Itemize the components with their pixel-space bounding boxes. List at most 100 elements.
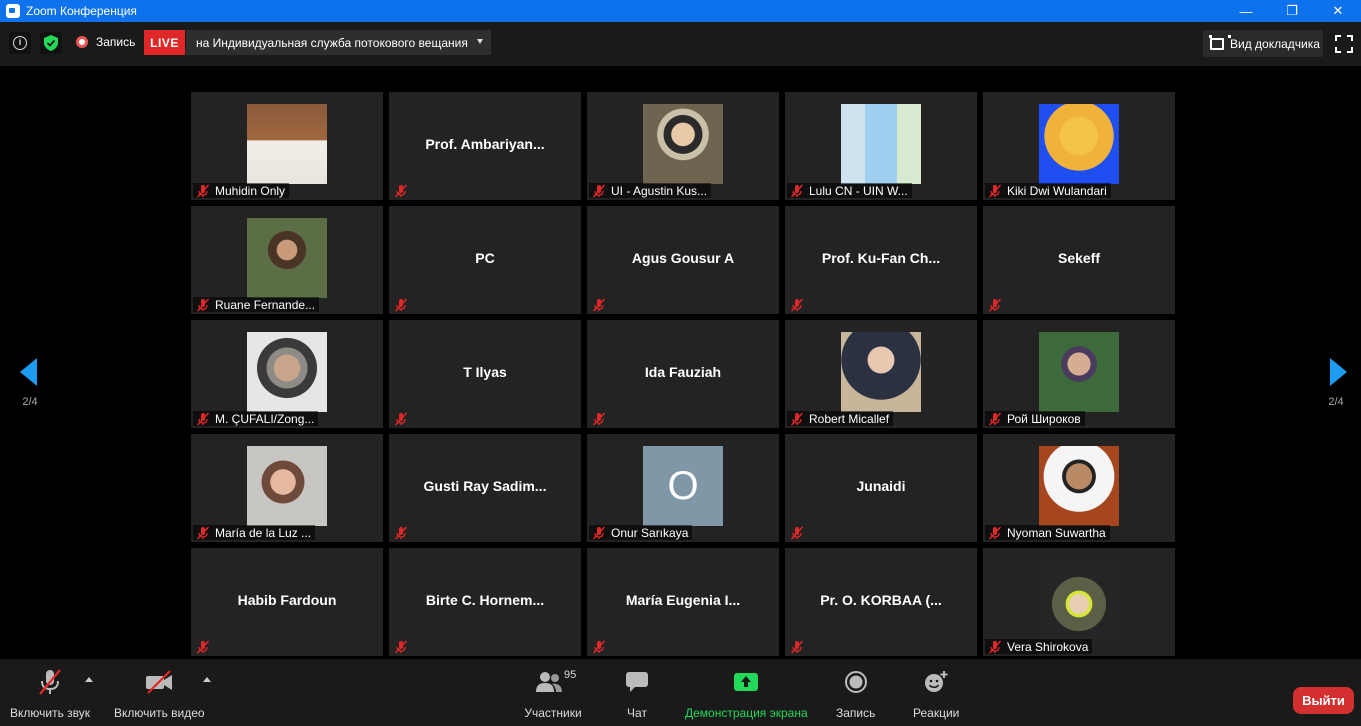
participant-tile[interactable]: Vera Shirokova (983, 548, 1175, 656)
participant-tile[interactable]: Kiki Dwi Wulandari (983, 92, 1175, 200)
zoom-app-icon (6, 4, 20, 18)
recording-indicator[interactable]: Запись (76, 35, 135, 49)
participant-tile[interactable]: Robert Micallef (785, 320, 977, 428)
microphone-muted-icon (988, 525, 1002, 540)
microphone-muted-icon (988, 411, 1002, 426)
participant-tile[interactable]: Рой Широков (983, 320, 1175, 428)
microphone-muted-icon (790, 297, 804, 312)
unmute-label: Включить звук (10, 706, 91, 720)
participant-display-name: Sekeff (1057, 250, 1101, 266)
microphone-muted-icon (592, 297, 606, 312)
participant-name: UI - Agustin Kus... (611, 183, 708, 198)
share-screen-button[interactable]: Демонстрация экрана (685, 667, 808, 720)
emoji-add-icon (925, 671, 948, 692)
participant-tile[interactable]: Pr. O. KORBAA (... (785, 548, 977, 656)
participant-display-name: Pr. O. KORBAA (... (820, 592, 942, 608)
participant-display-name: María Eugenia I... (625, 592, 741, 608)
participant-name-bar (787, 297, 808, 312)
previous-page-button[interactable]: 2/4 (0, 358, 60, 432)
chat-button[interactable]: Чат (625, 667, 649, 720)
arrow-right-icon (1329, 358, 1347, 386)
security-button[interactable] (40, 32, 62, 54)
meeting-toolbar: Включить звук Включить видео 95 Участник… (0, 659, 1361, 726)
record-button[interactable]: Запись (836, 667, 875, 720)
participant-tile[interactable]: PC (389, 206, 581, 314)
participant-name-bar (193, 639, 214, 654)
view-layout-icon (1209, 34, 1231, 50)
audio-options-chevron-up-icon[interactable] (85, 677, 93, 682)
share-screen-icon (734, 673, 759, 691)
microphone-muted-icon (790, 639, 804, 654)
participant-name-bar (985, 297, 1006, 312)
participant-tile[interactable]: Gusti Ray Sadim... (389, 434, 581, 542)
participant-tile[interactable]: Agus Gousur A (587, 206, 779, 314)
participant-display-name: Agus Gousur A (631, 250, 735, 266)
participant-tile[interactable]: María Eugenia I... (587, 548, 779, 656)
participant-tile[interactable]: Sekeff (983, 206, 1175, 314)
participant-name-bar: Рой Широков (985, 411, 1085, 426)
window-title: Zoom Конференция (26, 4, 137, 18)
participant-tile[interactable]: Junaidi (785, 434, 977, 542)
participant-tile[interactable]: Nyoman Suwartha (983, 434, 1175, 542)
fullscreen-icon[interactable] (1335, 35, 1353, 53)
participant-tile[interactable]: Muhidin Only (191, 92, 383, 200)
participant-tile[interactable]: Prof. Ku-Fan Ch... (785, 206, 977, 314)
participant-video (1039, 446, 1119, 526)
leave-meeting-button[interactable]: Выйти (1293, 687, 1354, 714)
participant-name: Robert Micallef (809, 411, 890, 426)
participant-name-bar: Onur Sarıkaya (589, 525, 693, 540)
maximize-button[interactable]: ❐ (1269, 0, 1315, 22)
unmute-button[interactable]: Включить звук (10, 667, 90, 720)
gallery-view: 2/4 2/4 Muhidin Only Prof. Ambariyan... UI… (0, 66, 1361, 659)
meeting-info-button[interactable]: i (9, 32, 31, 54)
participant-tile[interactable]: O Onur Sarıkaya (587, 434, 779, 542)
video-options-chevron-up-icon[interactable] (203, 677, 211, 682)
live-destination-label: на Индивидуальная служба потокового веща… (196, 35, 468, 50)
participant-name-bar: Vera Shirokova (985, 639, 1093, 654)
participants-button[interactable]: 95 Участники (523, 667, 583, 720)
participant-name-bar: María de la Luz ... (193, 525, 316, 540)
meeting-topbar: i Запись LIVE на Индивидуальная служба п… (0, 22, 1361, 66)
microphone-muted-icon (592, 525, 606, 540)
participant-tile[interactable]: Ruane Fernande... (191, 206, 383, 314)
start-video-button[interactable]: Включить видео (114, 667, 205, 720)
microphone-muted-icon (39, 669, 61, 695)
participant-video (247, 104, 327, 184)
participant-name-bar (589, 411, 610, 426)
microphone-muted-icon (394, 297, 408, 312)
close-button[interactable]: ✕ (1315, 0, 1361, 22)
microphone-muted-icon (592, 183, 606, 198)
microphone-muted-icon (394, 183, 408, 198)
microphone-muted-icon (790, 525, 804, 540)
microphone-muted-icon (196, 411, 210, 426)
participant-video: O (643, 446, 723, 526)
live-stream-destination-dropdown[interactable]: на Индивидуальная служба потокового веща… (186, 30, 491, 55)
participant-video (1039, 560, 1119, 640)
microphone-muted-icon (988, 297, 1002, 312)
participant-tile[interactable]: Ida Fauziah (587, 320, 779, 428)
record-dot-icon (76, 36, 88, 48)
participants-icon (536, 672, 562, 692)
participant-tile[interactable]: UI - Agustin Kus... (587, 92, 779, 200)
participant-display-name: Habib Fardoun (237, 592, 337, 608)
next-page-button[interactable]: 2/4 (1306, 358, 1361, 432)
participant-tile[interactable]: Lulu CN - UIN W... (785, 92, 977, 200)
participant-tile[interactable]: T Ilyas (389, 320, 581, 428)
participant-name: Nyoman Suwartha (1007, 525, 1106, 540)
minimize-button[interactable]: — (1223, 0, 1269, 22)
participant-tile[interactable]: Birte C. Hornem... (389, 548, 581, 656)
participant-name-bar (787, 525, 808, 540)
participant-tile[interactable]: Habib Fardoun (191, 548, 383, 656)
participant-display-name: PC (475, 250, 495, 266)
participant-tile[interactable]: M. ÇUFALI/Zong... (191, 320, 383, 428)
participant-video (643, 104, 723, 184)
microphone-muted-icon (196, 639, 210, 654)
participant-initial: O (667, 463, 699, 508)
speaker-view-label: Вид докладчика (1230, 36, 1320, 51)
participant-tile[interactable]: María de la Luz ... (191, 434, 383, 542)
speaker-view-button[interactable]: Вид докладчика (1203, 30, 1323, 57)
participant-tile[interactable]: Prof. Ambariyan... (389, 92, 581, 200)
participant-name: Vera Shirokova (1007, 639, 1089, 654)
reactions-button[interactable]: Реакции (913, 667, 959, 720)
info-icon: i (13, 36, 27, 50)
